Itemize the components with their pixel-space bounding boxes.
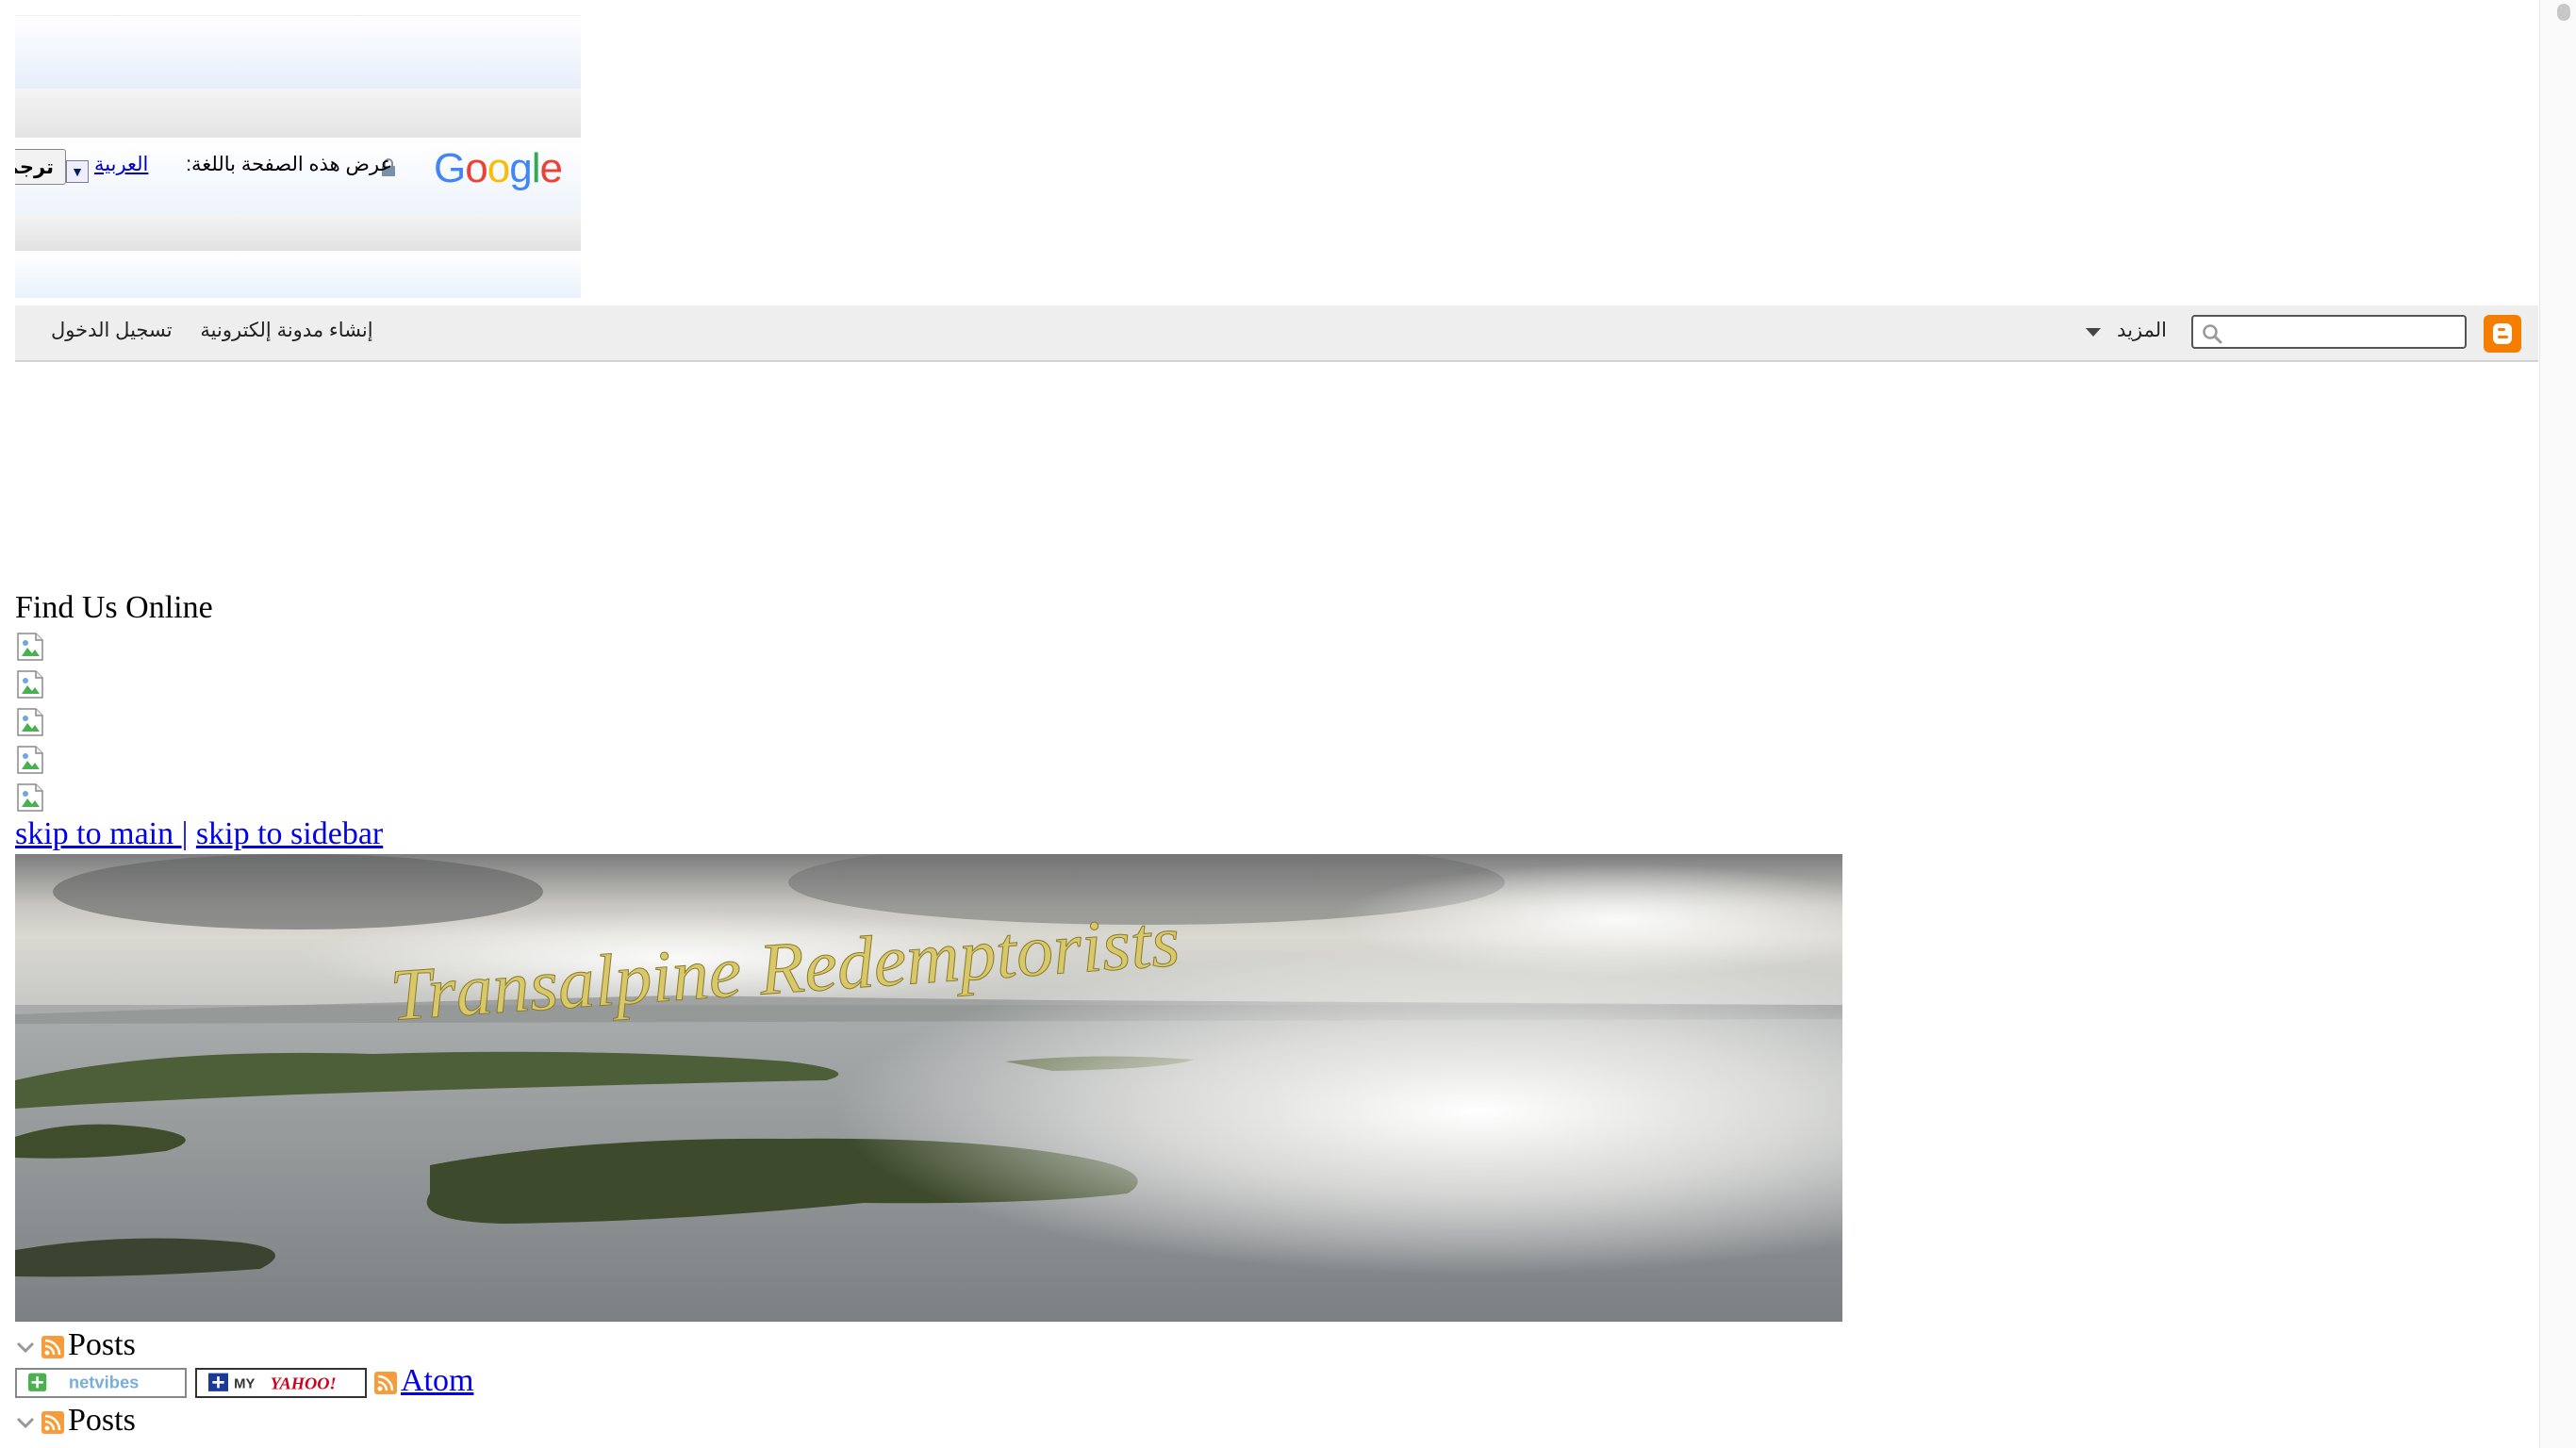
page-scrollbar[interactable] (2539, 0, 2576, 1448)
myyahoo-my-text: MY (234, 1377, 255, 1392)
atom-feed-link[interactable]: Atom (374, 1363, 473, 1398)
broken-image-icon[interactable] (15, 669, 45, 699)
more-caret-icon[interactable] (2086, 328, 2101, 337)
rss-icon (41, 1336, 64, 1359)
scrollbar-thumb[interactable] (2557, 4, 2570, 21)
rss-icon (41, 1411, 64, 1435)
feed-subscribe-row: netvibes MY YAHOO! Atom (15, 1363, 473, 1403)
blog-header-image[interactable]: Transalpine Redemptorists (15, 854, 1842, 1322)
translate-band (15, 89, 581, 138)
search-icon[interactable] (2201, 322, 2223, 345)
find-us-title: Find Us Online (15, 590, 213, 625)
rss-icon (374, 1372, 397, 1395)
translate-prompt: عرض هذه الصفحة باللغة: (186, 154, 392, 175)
translate-button[interactable]: ترجمة (15, 149, 66, 185)
blogger-logo-icon[interactable] (2484, 315, 2521, 353)
translate-band (15, 15, 581, 90)
posts-label: Posts (68, 1327, 136, 1362)
skip-links: skip to main | skip to sidebar (15, 816, 383, 852)
translate-band (15, 213, 581, 251)
translate-widget: Google عرض هذه الصفحة باللغة: العربية ▼ … (15, 15, 581, 298)
translate-row: Google عرض هذه الصفحة باللغة: العربية ▼ … (15, 145, 581, 202)
skip-to-main-link[interactable]: skip to main | (15, 816, 188, 851)
broken-image-icon[interactable] (15, 745, 45, 775)
translate-band (15, 251, 581, 298)
sign-in-link[interactable]: تسجيل الدخول (51, 320, 173, 341)
broken-image-icon[interactable] (15, 632, 45, 662)
chevron-down-icon[interactable] (15, 1412, 36, 1433)
myyahoo-yahoo-text: YAHOO! (270, 1374, 336, 1392)
skip-to-sidebar-link[interactable]: skip to sidebar (196, 816, 383, 851)
language-link[interactable]: العربية (94, 153, 148, 176)
blogger-navbar: إنشاء مدونة إلكترونية تسجيل الدخول المزي… (15, 305, 2538, 362)
netvibes-text: netvibes (69, 1373, 140, 1392)
broken-image-icon[interactable] (15, 782, 45, 813)
search-input[interactable] (2237, 319, 2457, 347)
language-dropdown-icon[interactable]: ▼ (66, 160, 89, 183)
google-logo: Google (434, 145, 563, 191)
create-blog-link[interactable]: إنشاء مدونة إلكترونية (200, 320, 372, 341)
chevron-down-icon[interactable] (15, 1337, 36, 1358)
blog-search[interactable] (2191, 315, 2467, 349)
broken-image-icon[interactable] (15, 707, 45, 737)
netvibes-button[interactable]: netvibes (15, 1368, 187, 1399)
more-menu[interactable]: المزيد (2117, 319, 2167, 342)
navbar-links: إنشاء مدونة إلكترونية تسجيل الدخول (28, 319, 373, 342)
feed-row-posts-2: Posts (15, 1403, 136, 1444)
my-yahoo-button[interactable]: MY YAHOO! (194, 1368, 367, 1399)
posts-label-2: Posts (68, 1403, 136, 1438)
